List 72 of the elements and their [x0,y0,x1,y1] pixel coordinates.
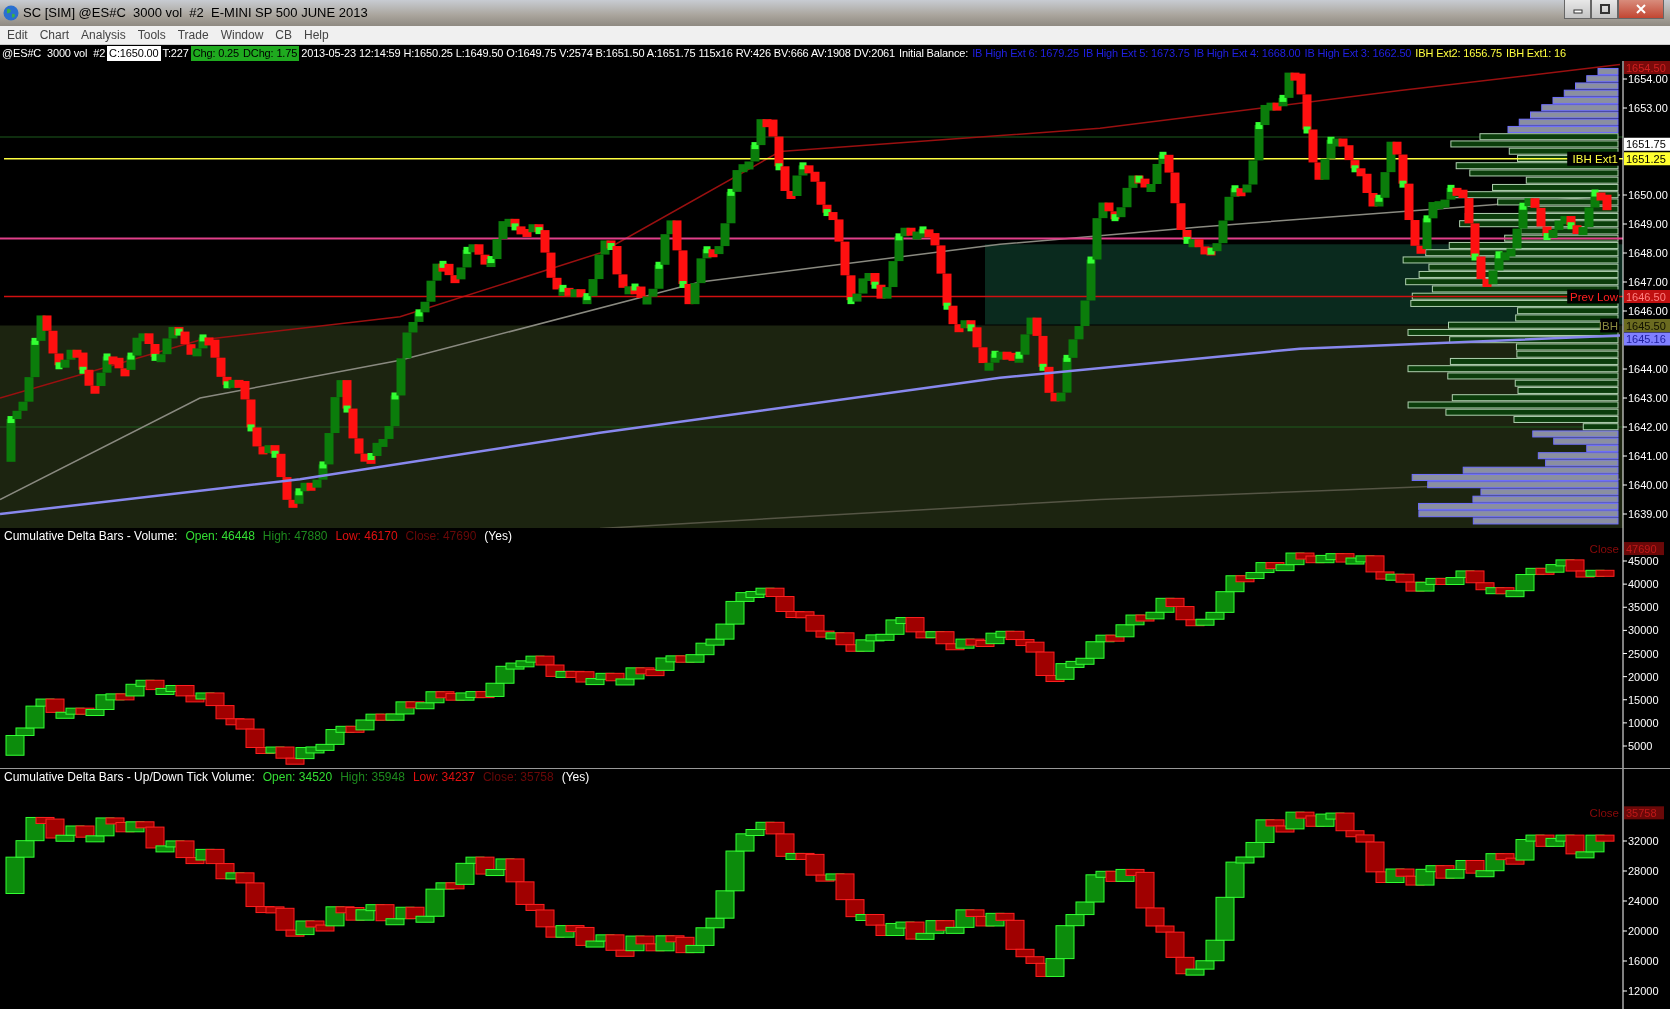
price-tag: 47690 [1624,542,1664,556]
stat-text: Low: 34237 [412,770,475,784]
info-text: IB High Ext 5: 1673.75 [1082,45,1191,61]
stat-text: Close: 47690 [405,529,477,543]
menu-item[interactable]: Help [299,27,334,42]
info-text: @ES#C 3000 vol #2 [1,45,107,61]
info-text: IBH Ext2: 1656.75 [1414,45,1504,61]
axis-label: 1654.00 [1628,73,1668,85]
value-badge: C:1650.00 [107,45,161,61]
info-text: IB High Ext 6: 1679.25 [971,45,1080,61]
stat-text: (Yes) [561,770,590,784]
price-tag: 35758 [1624,806,1664,820]
axis-label: 1647.00 [1628,276,1668,288]
axis-label: 1653.00 [1628,102,1668,114]
menu-item[interactable]: Chart [34,27,75,42]
axis-label: 5000 [1628,740,1653,752]
info-text: 2013-05-23 12:14:59 H:1650.25 L:1649.50 O:1649.75 V:2574 B:1651.50 A:1651.75 115x16 RV:426 BV:666 AV:1908 DV:2061 [300,45,897,61]
stat-text: High: 35948 [340,770,405,784]
price-tag: 1651.75 [1624,137,1670,151]
subgraph-title: Cumulative Delta Bars - Up/Down Tick Volume: [4,770,255,784]
axis-label: 20000 [1628,925,1659,937]
axis-label: 32000 [1628,835,1659,847]
axis-label: 1646.00 [1628,305,1668,317]
window-title: SC [SIM] @ES#C 3000 vol #2 E-MINI SP 500 JUNE 2013 [23,5,369,21]
axis-label: 1649.00 [1628,218,1668,230]
axis-label: 10000 [1628,716,1659,729]
stat-text: (Yes) [484,529,512,543]
menu-item[interactable]: CB [270,27,297,42]
axis-label: 12000 [1628,985,1659,997]
axis-label: 1644.00 [1628,363,1668,375]
price-tag: 1645.16 [1624,332,1670,346]
info-text: IB High Ext 3: 1662.50 [1303,45,1413,61]
price-tag: 1651.25 [1624,152,1670,166]
axis-label: 20000 [1628,670,1659,683]
price-tag: 1654.50 [1624,61,1670,74]
info-text: IB High Ext 4: 1668.00 [1192,45,1302,61]
menu-item[interactable]: Trade [172,27,214,42]
stat-text: Open: 34520 [262,770,333,784]
value-badge: DChg: 1.75 [241,45,300,61]
axis-label: 1640.00 [1628,479,1668,491]
subgraph-title: Cumulative Delta Bars - Volume: [4,529,178,543]
axis-label: 1642.00 [1628,421,1668,433]
close-label: Close [1589,542,1619,555]
info-text: Initial Balance: [898,45,970,61]
axis-label: 15000 [1628,693,1659,706]
close-label: Close [1589,806,1619,819]
axis-label: 16000 [1628,955,1659,967]
info-text: IBH Ext1: 16 [1505,45,1568,61]
value-badge: Chg: 0.25 [190,45,242,61]
axis-label: 1641.00 [1628,450,1668,462]
axis-label: 30000 [1628,624,1659,637]
axis-label: 1648.00 [1628,247,1668,259]
info-text: T:227 [161,45,190,61]
axis-label: 1643.00 [1628,392,1668,404]
menu-item[interactable]: Tools [132,27,171,42]
menu-item[interactable]: Edit [2,27,33,42]
axis-label: 1650.00 [1628,189,1668,201]
axis-label: 35000 [1628,601,1659,614]
menu-item[interactable]: Window [215,27,269,42]
axis-label: 25000 [1628,647,1659,660]
axis-label: 24000 [1628,895,1659,907]
price-tag: 1645.50 [1624,319,1670,332]
axis-label: 28000 [1628,865,1659,877]
price-tag: 1646.50 [1624,290,1670,303]
stat-text: Open: 46448 [185,529,255,543]
axis-label: 1639.00 [1628,508,1668,520]
stat-text: High: 47880 [262,529,328,543]
stat-text: Close: 35758 [482,770,554,784]
menu-item[interactable]: Analysis [76,27,131,42]
stat-text: Low: 46170 [335,529,398,543]
axis-label: 40000 [1628,578,1659,591]
axis-label: 45000 [1628,555,1659,567]
